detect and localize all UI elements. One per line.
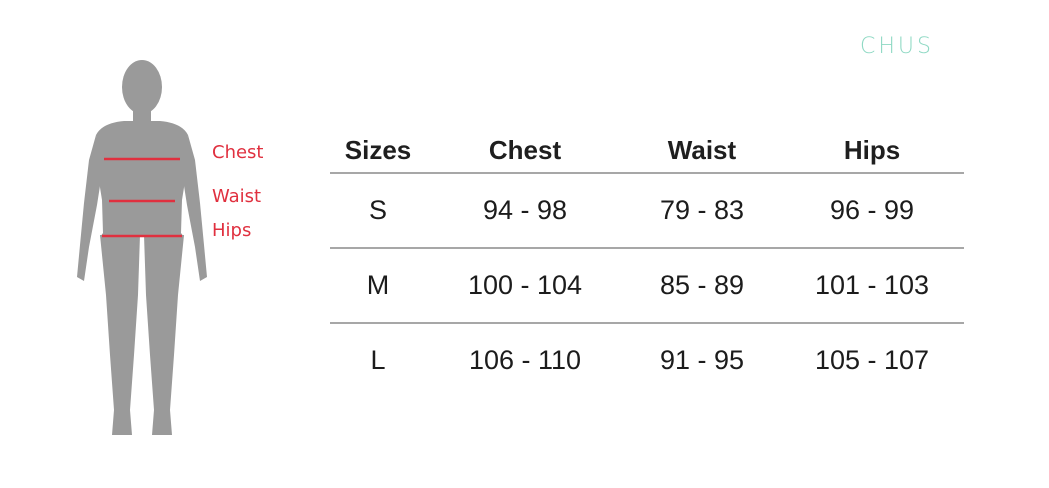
chest-measure-label: Chest xyxy=(212,142,264,163)
header-chest: Chest xyxy=(488,134,562,165)
header-sizes: Sizes xyxy=(344,134,412,165)
body-silhouette xyxy=(72,55,212,440)
brand-logo: CHUS xyxy=(860,34,934,59)
size-chart-table: Sizes Chest Waist Hips S 94 - 98 79 - 83… xyxy=(330,128,964,397)
hips-cell: 105 - 107 xyxy=(814,345,930,375)
table-row: L 106 - 110 91 - 95 105 - 107 xyxy=(330,322,964,397)
hips-cell: 96 - 99 xyxy=(829,195,915,225)
header-hips: Hips xyxy=(843,134,901,165)
hips-measure-label: Hips xyxy=(212,220,252,241)
waist-cell: 85 - 89 xyxy=(659,270,745,300)
table-row: M 100 - 104 85 - 89 101 - 103 xyxy=(330,247,964,322)
table-header-row: Sizes Chest Waist Hips xyxy=(330,128,964,172)
size-cell: S xyxy=(368,195,387,225)
waist-cell: 91 - 95 xyxy=(659,345,745,375)
chest-cell: 100 - 104 xyxy=(467,270,583,300)
waist-cell: 79 - 83 xyxy=(659,195,745,225)
header-waist: Waist xyxy=(667,134,737,165)
table-row: S 94 - 98 79 - 83 96 - 99 xyxy=(330,172,964,247)
waist-measure-label: Waist xyxy=(212,186,262,207)
hips-cell: 101 - 103 xyxy=(814,270,930,300)
chest-cell: 106 - 110 xyxy=(468,345,582,375)
chest-cell: 94 - 98 xyxy=(482,195,568,225)
size-cell: M xyxy=(366,270,390,300)
size-cell: L xyxy=(370,345,386,375)
